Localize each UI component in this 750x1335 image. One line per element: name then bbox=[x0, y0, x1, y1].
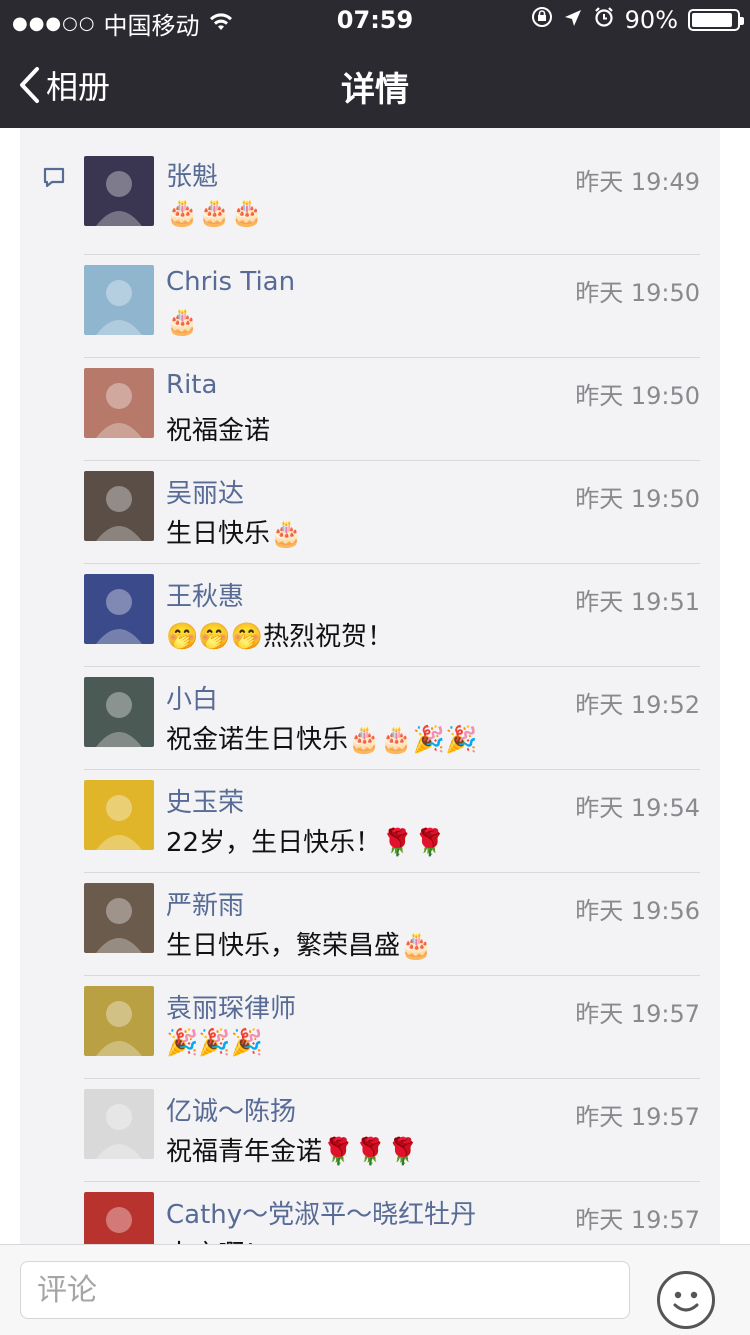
comment-item[interactable]: 王秋惠 昨天 19:51 🤭🤭🤭热烈祝贺！ bbox=[84, 564, 700, 667]
comment-text: 🤭🤭🤭热烈祝贺！ bbox=[166, 622, 394, 652]
avatar[interactable] bbox=[84, 1089, 154, 1159]
commenter-name[interactable]: Chris Tian bbox=[166, 267, 295, 297]
comment-item[interactable]: Rita 昨天 19:50 祝福金诺 bbox=[84, 358, 700, 461]
comment-text: 🎂 bbox=[166, 307, 199, 337]
comment-panel: 张魁 昨天 19:49 🎂🎂🎂 Chris Tian 昨天 19:50 🎂 Rita 昨天 1… bbox=[20, 128, 720, 1244]
commenter-name[interactable]: 王秋惠 bbox=[166, 576, 244, 613]
comment-time: 昨天 19:50 bbox=[575, 279, 700, 307]
avatar[interactable] bbox=[84, 156, 154, 226]
commenter-name[interactable]: 小白 bbox=[166, 679, 218, 716]
avatar[interactable] bbox=[84, 574, 154, 644]
battery-icon bbox=[688, 9, 744, 31]
comment-text: 22岁，生日快乐！🌹🌹 bbox=[166, 828, 446, 858]
avatar[interactable] bbox=[84, 1192, 154, 1244]
comment-time: 昨天 19:57 bbox=[575, 1103, 700, 1131]
comment-input[interactable] bbox=[20, 1261, 630, 1319]
comment-item[interactable]: Chris Tian 昨天 19:50 🎂 bbox=[84, 255, 700, 358]
comment-item[interactable]: 严新雨 昨天 19:56 生日快乐，繁荣昌盛🎂 bbox=[84, 873, 700, 976]
emoji-smiley-icon bbox=[660, 1291, 712, 1330]
status-bar: ●●●○○ 中国移动 07:59 90% bbox=[0, 0, 750, 40]
comment-time: 昨天 19:52 bbox=[575, 691, 700, 719]
emoji-button[interactable] bbox=[657, 1271, 715, 1329]
comment-time: 昨天 19:54 bbox=[575, 794, 700, 822]
comment-icon bbox=[42, 166, 66, 190]
avatar[interactable] bbox=[84, 471, 154, 541]
comment-area[interactable]: 张魁 昨天 19:49 🎂🎂🎂 Chris Tian 昨天 19:50 🎂 Rita 昨天 1… bbox=[0, 128, 750, 1244]
comment-item[interactable]: 吴丽达 昨天 19:50 生日快乐🎂 bbox=[84, 461, 700, 564]
avatar[interactable] bbox=[84, 986, 154, 1056]
comment-time: 昨天 19:51 bbox=[575, 588, 700, 616]
comment-text: 生日快乐，繁荣昌盛🎂 bbox=[166, 931, 433, 961]
comment-item[interactable]: 张魁 昨天 19:49 🎂🎂🎂 bbox=[84, 128, 700, 255]
comment-text: 🎂🎂🎂 bbox=[166, 198, 264, 228]
comment-list: 张魁 昨天 19:49 🎂🎂🎂 Chris Tian 昨天 19:50 🎂 Rita 昨天 1… bbox=[84, 128, 700, 1244]
commenter-name[interactable]: Cathy～党淑平～晓红牡丹 bbox=[166, 1194, 476, 1231]
comment-text: 生日快乐🎂 bbox=[166, 519, 303, 549]
comment-item[interactable]: 亿诚～陈扬 昨天 19:57 祝福青年金诺🌹🌹🌹 bbox=[84, 1079, 700, 1182]
comment-text: 祝福青年金诺🌹🌹🌹 bbox=[166, 1137, 420, 1167]
comment-item[interactable]: 袁丽琛律师 昨天 19:57 🎉🎉🎉 bbox=[84, 976, 700, 1079]
comment-text: 🎉🎉🎉 bbox=[166, 1028, 264, 1058]
avatar[interactable] bbox=[84, 265, 154, 335]
status-right: 90% bbox=[531, 6, 744, 34]
comment-bar bbox=[0, 1244, 750, 1335]
commenter-name[interactable]: Rita bbox=[166, 370, 217, 400]
avatar[interactable] bbox=[84, 780, 154, 850]
avatar[interactable] bbox=[84, 677, 154, 747]
location-arrow-icon bbox=[563, 6, 583, 34]
avatar[interactable] bbox=[84, 368, 154, 438]
alarm-icon bbox=[593, 6, 615, 34]
battery-percent: 90% bbox=[624, 6, 678, 34]
comment-time: 昨天 19:57 bbox=[575, 1000, 700, 1028]
comment-time: 昨天 19:56 bbox=[575, 897, 700, 925]
comment-text: 祝金诺生日快乐🎂🎂🎉🎉 bbox=[166, 725, 478, 755]
comment-time: 昨天 19:49 bbox=[575, 168, 700, 196]
commenter-name[interactable]: 史玉荣 bbox=[166, 782, 244, 819]
comment-text: 大庆啊！ bbox=[166, 1234, 270, 1244]
comment-item[interactable]: Cathy～党淑平～晓红牡丹 昨天 19:57 大庆啊！ bbox=[84, 1182, 700, 1244]
commenter-name[interactable]: 严新雨 bbox=[166, 885, 244, 922]
commenter-name[interactable]: 张魁 bbox=[166, 156, 218, 193]
comment-item[interactable]: 史玉荣 昨天 19:54 22岁，生日快乐！🌹🌹 bbox=[84, 770, 700, 873]
nav-bar: 相册 详情 bbox=[0, 40, 750, 128]
comment-text: 祝福金诺 bbox=[166, 416, 271, 446]
comment-time: 昨天 19:50 bbox=[575, 485, 700, 513]
commenter-name[interactable]: 袁丽琛律师 bbox=[166, 988, 296, 1025]
page-title: 详情 bbox=[341, 70, 409, 110]
comment-time: 昨天 19:57 bbox=[575, 1206, 700, 1234]
rotation-lock-icon bbox=[531, 6, 553, 34]
commenter-name[interactable]: 吴丽达 bbox=[166, 473, 244, 510]
comment-time: 昨天 19:50 bbox=[575, 382, 700, 410]
avatar[interactable] bbox=[84, 883, 154, 953]
commenter-name[interactable]: 亿诚～陈扬 bbox=[166, 1091, 296, 1128]
comment-item[interactable]: 小白 昨天 19:52 祝金诺生日快乐🎂🎂🎉🎉 bbox=[84, 667, 700, 770]
